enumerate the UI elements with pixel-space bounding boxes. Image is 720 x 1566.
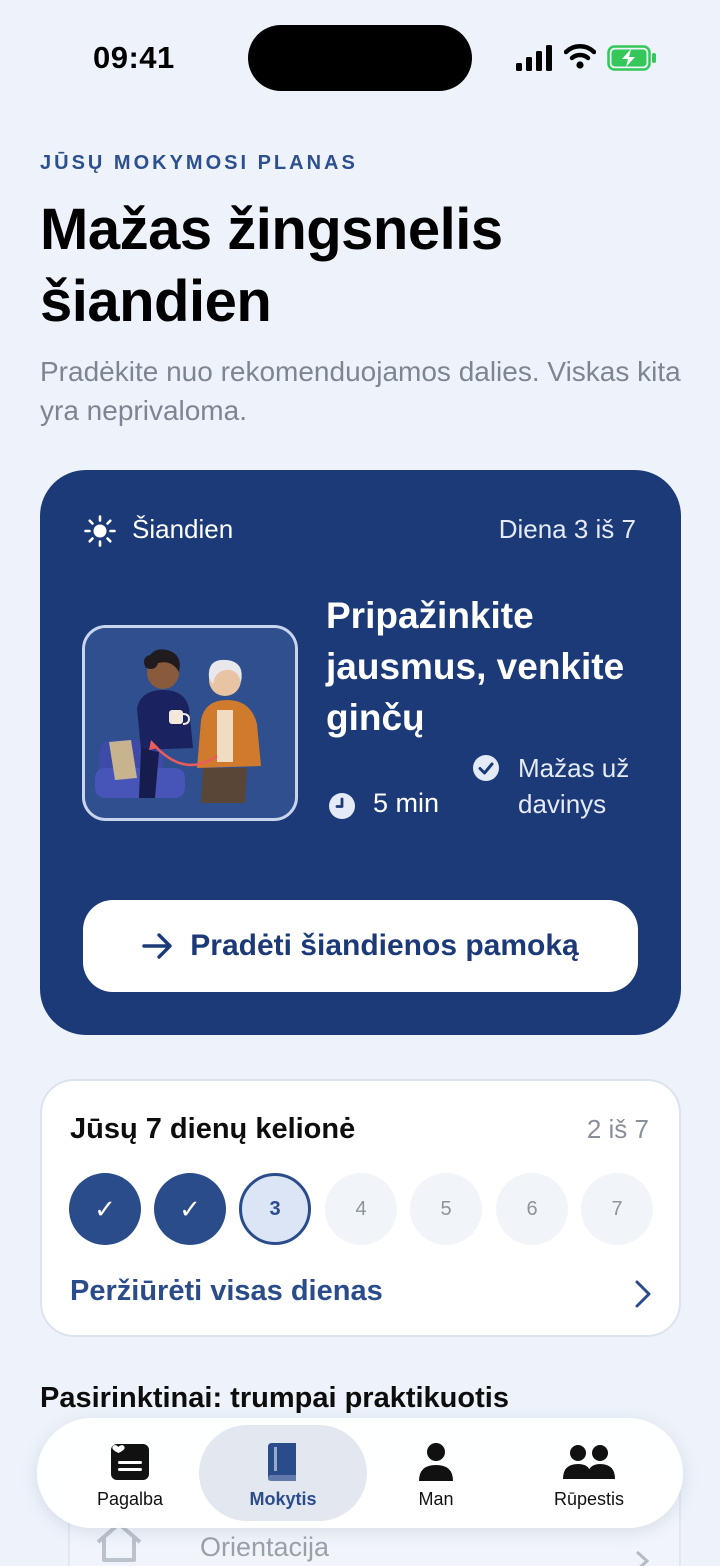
tab-label: Mokytis: [249, 1489, 317, 1509]
day-5[interactable]: 5: [410, 1173, 482, 1245]
battery-charging-icon: [607, 45, 656, 71]
orientation-label: Orientacija: [200, 1532, 330, 1562]
day-7[interactable]: 7: [581, 1173, 653, 1245]
cellular-signal-icon: [516, 45, 552, 71]
optional-practice-heading: Pasirinktinai: trumpai praktikuotis: [40, 1382, 509, 1414]
wifi-icon: [564, 44, 596, 69]
view-all-days-link[interactable]: Peržiūrėti visas dienas: [70, 1275, 383, 1308]
tab-label: Rūpestis: [553, 1489, 625, 1509]
page-title: Mažas žingsnelis šiandien: [40, 197, 503, 334]
day-2-done[interactable]: ✓: [154, 1173, 226, 1245]
person-icon: [419, 1443, 453, 1481]
tab-mokytis[interactable]: Mokytis: [199, 1425, 367, 1521]
tab-pagalba[interactable]: Pagalba: [46, 1425, 214, 1521]
book-icon: [268, 1443, 296, 1481]
check-circle-icon: [473, 755, 499, 781]
sun-icon: [84, 515, 116, 547]
journey-title: Jūsų 7 dienų kelionė: [70, 1113, 356, 1145]
lesson-title: Pripažinkite jausmus, venkite ginčų: [326, 595, 625, 738]
task-label: Mažas uždavinys: [518, 753, 630, 819]
day-4[interactable]: 4: [325, 1173, 397, 1245]
today-lesson-card: Šiandien Diena 3 iš 7 Pripažinkite jausm…: [40, 470, 681, 1035]
today-label: Šiandien: [132, 514, 234, 544]
day-progress-label: Diena 3 iš 7: [498, 514, 636, 544]
status-time: 09:41: [93, 40, 175, 75]
chevron-right-icon[interactable]: [633, 1279, 653, 1309]
journey-card: Jūsų 7 dienų kelionė 2 iš 7 ✓ ✓ 3 4 5 6 …: [40, 1079, 681, 1337]
help-card-icon: [111, 1444, 149, 1480]
clock-icon: [329, 793, 355, 819]
start-lesson-label: Pradėti šiandienos pamoką: [190, 929, 579, 962]
day-3-current[interactable]: 3: [239, 1173, 311, 1245]
day-6[interactable]: 6: [496, 1173, 568, 1245]
tab-man[interactable]: Man: [352, 1425, 520, 1521]
start-lesson-button[interactable]: Pradėti šiandienos pamoką: [83, 900, 638, 992]
day-1-done[interactable]: ✓: [69, 1173, 141, 1245]
tab-bar: Pagalba Mokytis Man Rūpestis: [37, 1418, 683, 1528]
tab-label: Pagalba: [96, 1489, 164, 1509]
arrow-right-icon: [142, 933, 172, 959]
tab-rupestis[interactable]: Rūpestis: [505, 1425, 673, 1521]
journey-days: ✓ ✓ 3 4 5 6 7: [69, 1173, 659, 1247]
plan-eyebrow: JŪSŲ MOKYMOSI PLANAS: [40, 152, 358, 174]
people-icon: [563, 1445, 615, 1479]
tab-label: Man: [418, 1489, 454, 1509]
dynamic-island: [248, 25, 472, 91]
lesson-illustration: [82, 625, 298, 821]
page-subtitle: Pradėkite nuo rekomenduojamos dalies. Vi…: [40, 356, 681, 426]
chevron-right-icon: [635, 1550, 649, 1566]
journey-count: 2 iš 7: [586, 1114, 649, 1144]
lesson-duration: 5 min: [373, 788, 440, 818]
status-bar: 09:41: [0, 0, 720, 110]
